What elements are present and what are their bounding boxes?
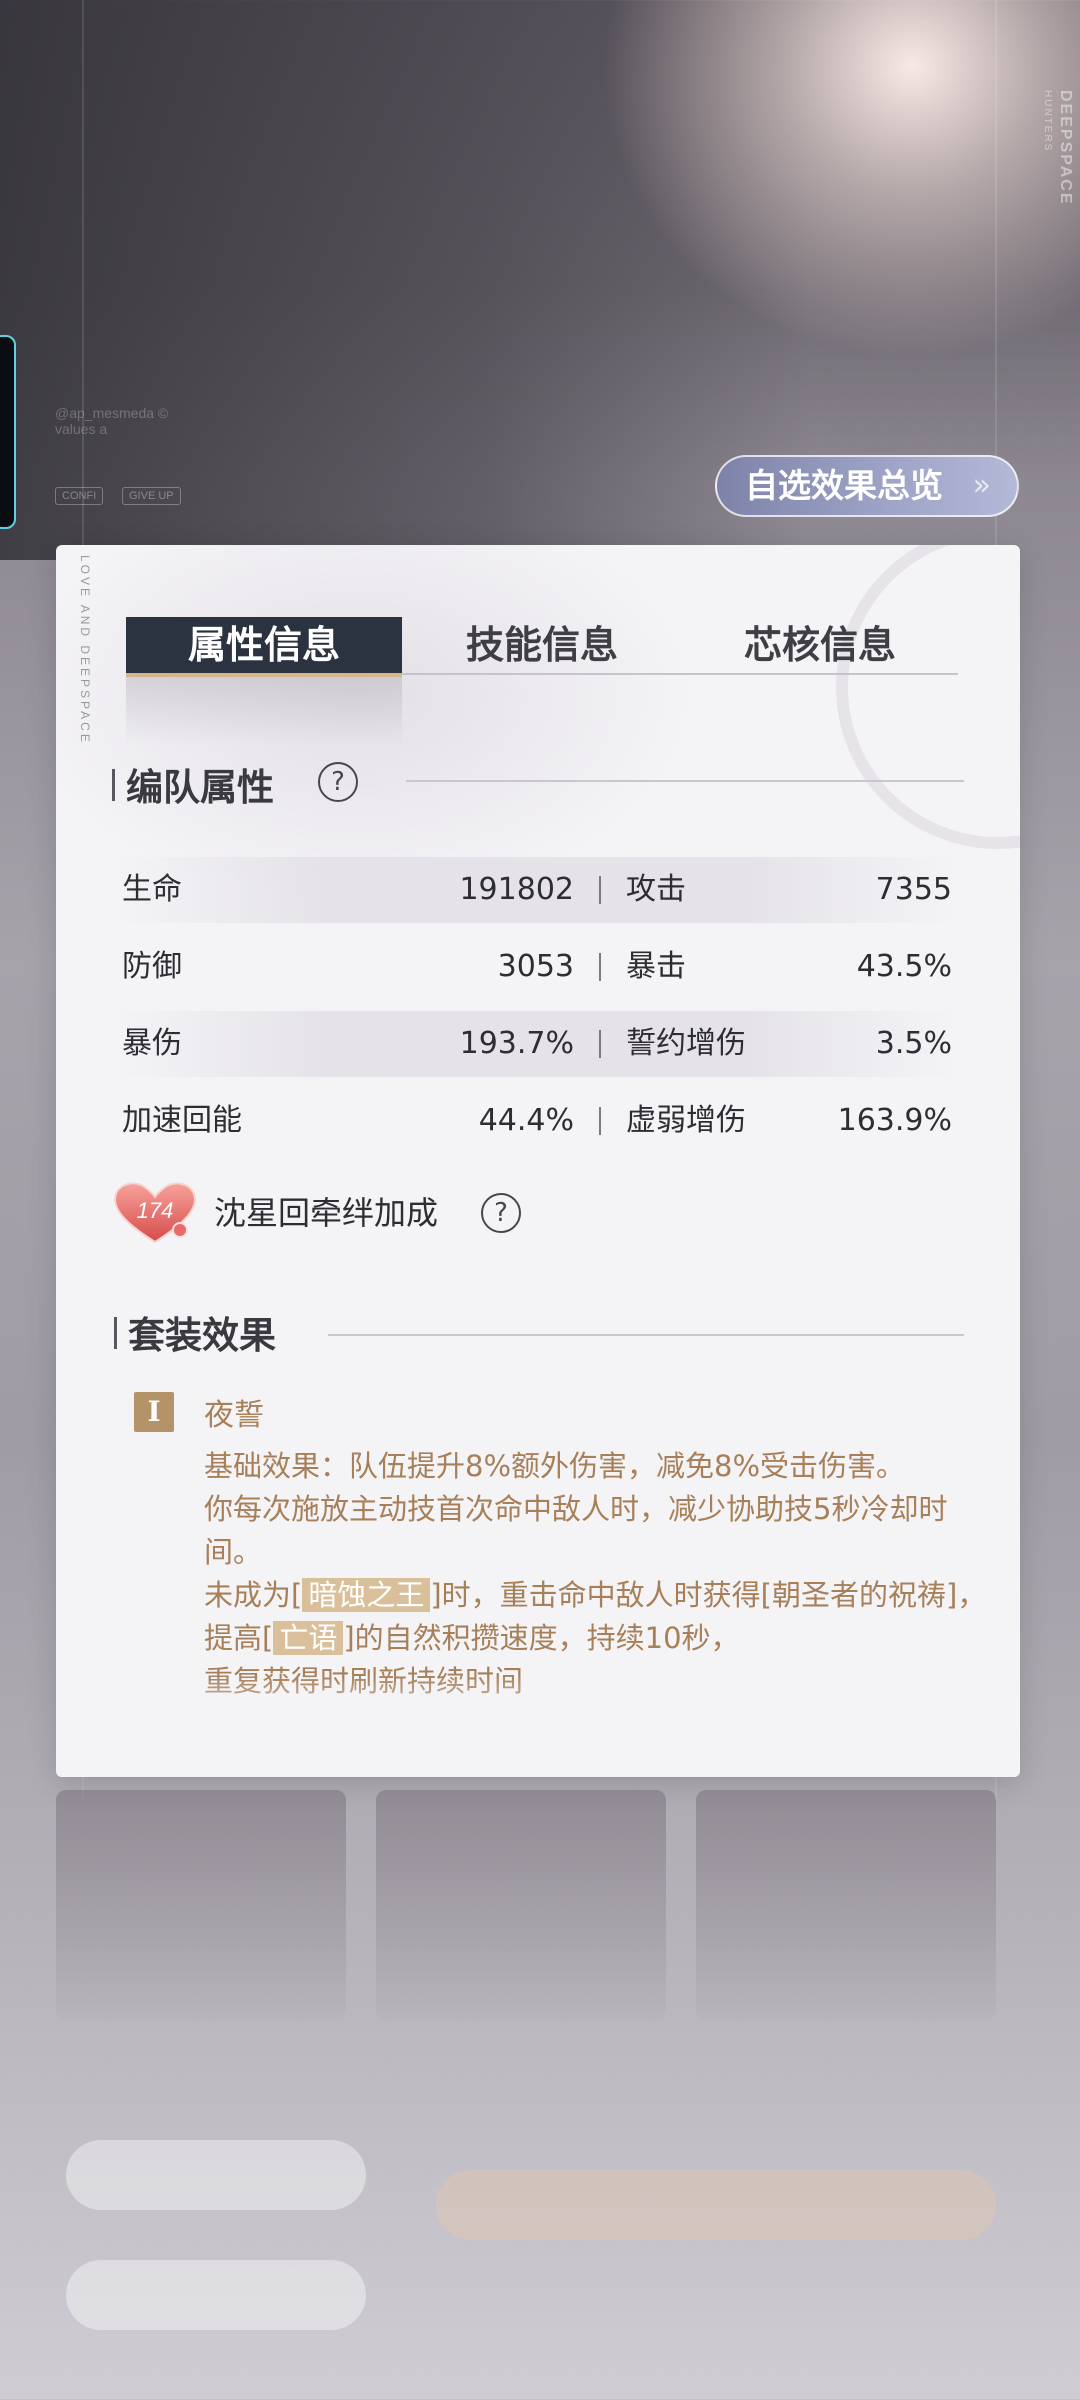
tab-bar: 属性信息 技能信息 芯核信息 (126, 617, 958, 677)
tab-skills[interactable]: 技能信息 (404, 617, 680, 673)
background-caption: @ap_mesmeda © values a (55, 405, 169, 437)
stat-divider (599, 876, 601, 904)
blurred-bar (66, 2140, 366, 2210)
stat-row: 暴伤 193.7% 誓约增伤 3.5% (116, 1011, 956, 1077)
panel-vertical-text: LOVE AND DEEPSPACE (78, 555, 92, 745)
section-divider (328, 1334, 964, 1336)
tab-cores[interactable]: 芯核信息 (682, 617, 958, 673)
set-tier-badge: I (134, 1392, 174, 1432)
team-stats-title: 编队属性 (112, 757, 274, 811)
stat-label: 暴伤 (122, 1026, 182, 1061)
blurred-card (696, 1790, 996, 2020)
set-desc-line: 基础效果：队伍提升8%额外伤害，减免8%受击伤害。 (204, 1449, 906, 1483)
section-divider (406, 780, 964, 782)
double-chevron-right-icon: » (972, 468, 991, 503)
stat-divider (599, 1107, 601, 1135)
stat-divider (599, 953, 601, 981)
stat-row: 加速回能 44.4% 虚弱增伤 163.9% (116, 1088, 956, 1154)
brand-vertical-text: DEEPSPACE HUNTERS (1042, 90, 1074, 206)
stat-value: 43.5% (856, 949, 952, 984)
set-description: 基础效果：队伍提升8%额外伤害，减免8%受击伤害。 你每次施放主动技首次命中敌人… (204, 1445, 994, 1703)
stat-label: 加速回能 (122, 1103, 242, 1138)
bond-label: 沈星回牵绊加成 (214, 1194, 439, 1232)
blurred-bar (436, 2170, 996, 2240)
blurred-card (56, 1790, 346, 2020)
blurred-card (376, 1790, 666, 2020)
side-drawer-handle[interactable] (0, 335, 16, 529)
bond-bonus-row[interactable]: 174 沈星回牵绊加成 (110, 1180, 610, 1250)
stat-value: 7355 (875, 872, 952, 907)
keyword-highlight: 亡语 (273, 1621, 344, 1655)
tab-attributes[interactable]: 属性信息 (126, 617, 402, 677)
blurred-bar (66, 2260, 366, 2330)
help-icon[interactable]: ? (318, 762, 358, 802)
stat-value: 193.7% (459, 1026, 574, 1061)
stat-label: 防御 (122, 949, 182, 984)
stat-value: 3053 (497, 949, 574, 984)
heart-level-icon: 174 (114, 1182, 196, 1244)
stat-value: 3.5% (875, 1026, 952, 1061)
stat-label: 虚弱增伤 (626, 1103, 746, 1138)
blurred-background-content (56, 1790, 1020, 2350)
stat-label: 誓约增伤 (626, 1026, 746, 1061)
background-chip: CONFI (55, 487, 104, 505)
set-effect-title: 套装效果 (114, 1305, 276, 1359)
stat-value: 44.4% (478, 1103, 574, 1138)
panel-ring-decoration (836, 545, 1020, 849)
stat-value: 191802 (459, 872, 574, 907)
stat-value: 163.9% (837, 1103, 952, 1138)
stat-divider (599, 1030, 601, 1058)
stat-row: 防御 3053 暴击 43.5% (116, 934, 956, 1000)
tab-shadow (126, 675, 402, 745)
effect-overview-label: 自选效果总览 (745, 466, 943, 505)
help-icon[interactable]: ? (481, 1193, 521, 1233)
background-chip: GIVE UP (122, 487, 181, 505)
scroll-fade (56, 1675, 1020, 1777)
stat-label: 攻击 (626, 872, 686, 907)
svg-text:174: 174 (137, 1198, 174, 1223)
section-bar (114, 1317, 117, 1349)
background-glow (600, 0, 1080, 360)
stat-label: 暴击 (626, 949, 686, 984)
effect-overview-button[interactable]: 自选效果总览 » (715, 455, 1019, 517)
stats-panel: LOVE AND DEEPSPACE 属性信息 技能信息 芯核信息 编队属性 ?… (56, 545, 1020, 1777)
set-name: 夜誓 (204, 1398, 264, 1433)
stat-row: 生命 191802 攻击 7355 (116, 857, 956, 923)
stat-label: 生命 (122, 872, 182, 907)
section-bar (112, 769, 115, 801)
keyword-highlight: 暗蚀之王 (302, 1578, 431, 1612)
set-desc-line: 你每次施放主动技首次命中敌人时，减少协助技5秒冷却时间。 (204, 1492, 948, 1569)
set-desc-line: 未成为[暗蚀之王]时，重击命中敌人时获得[朝圣者的祝祷]，提高[亡语]的自然积攒… (204, 1578, 987, 1655)
